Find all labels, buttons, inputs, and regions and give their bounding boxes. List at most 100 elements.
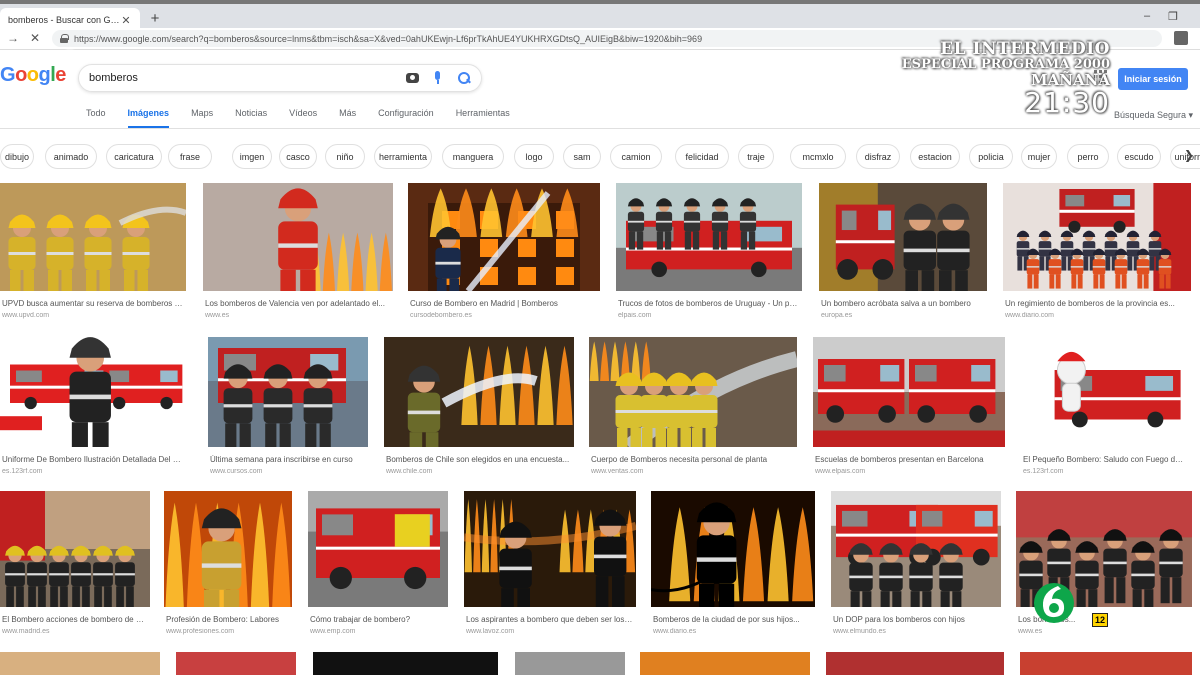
search-icon[interactable] xyxy=(457,71,471,85)
new-tab-icon[interactable]: + xyxy=(146,10,164,28)
image-thumbnail-partial[interactable] xyxy=(826,652,1004,675)
image-thumbnail-partial[interactable] xyxy=(313,652,498,675)
image-caption[interactable]: El Bombero acciones de bombero de Madrid xyxy=(2,615,148,624)
image-result[interactable]: Un DOP para los bomberos con hijos www.e… xyxy=(831,491,1001,641)
image-caption[interactable]: Cuerpo de Bomberos necesita personal de … xyxy=(591,455,795,464)
image-result[interactable]: Los aspirantes a bombero que deben ser l… xyxy=(464,491,636,641)
image-caption[interactable]: Curso de Bombero en Madrid | Bomberos xyxy=(410,299,598,308)
chevron-right-icon[interactable]: ❯ xyxy=(1184,148,1194,162)
image-result[interactable]: UPVD busca aumentar su reserva de bomber… xyxy=(0,183,186,325)
close-tab-icon[interactable]: ✕ xyxy=(120,14,132,27)
image-caption[interactable]: Uniforme De Bombero Ilustración Detallad… xyxy=(2,455,186,464)
image-result[interactable]: El Bombero acciones de bombero de Madrid… xyxy=(0,491,150,641)
chip-15[interactable]: disfraz xyxy=(856,144,900,169)
chip-10[interactable]: sam xyxy=(563,144,601,169)
image-caption[interactable]: Bomberos de Chile son elegidos en una en… xyxy=(386,455,572,464)
image-caption[interactable]: Un DOP para los bomberos con hijos xyxy=(833,615,999,624)
image-thumbnail[interactable] xyxy=(464,491,636,607)
chip-9[interactable]: logo xyxy=(514,144,554,169)
image-caption[interactable]: Escuelas de bomberos presentan en Barcel… xyxy=(815,455,1003,464)
image-thumbnail[interactable] xyxy=(164,491,292,607)
image-thumbnail[interactable] xyxy=(0,183,186,291)
image-result[interactable]: Curso de Bombero en Madrid | Bomberos cu… xyxy=(408,183,600,325)
image-thumbnail[interactable] xyxy=(0,491,150,607)
image-thumbnail-partial[interactable] xyxy=(0,652,160,675)
chip-7[interactable]: herramienta xyxy=(374,144,432,169)
chip-2[interactable]: caricatura xyxy=(106,144,162,169)
image-result[interactable]: Uniforme De Bombero Ilustración Detallad… xyxy=(0,337,188,481)
image-result[interactable]: Profesión de Bombero: Labores www.profes… xyxy=(164,491,292,641)
chip-18[interactable]: mujer xyxy=(1021,144,1057,169)
chip-17[interactable]: policia xyxy=(969,144,1013,169)
image-result[interactable]: Bomberos de la ciudad de por sus hijos..… xyxy=(651,491,815,641)
image-caption[interactable]: Los bomberos de Valencia ven por adelant… xyxy=(205,299,391,308)
image-thumbnail[interactable] xyxy=(0,337,188,447)
image-thumbnail-partial[interactable] xyxy=(176,652,296,675)
image-result[interactable]: Un bombero acróbata salva a un bombero e… xyxy=(819,183,987,325)
chip-11[interactable]: camion xyxy=(610,144,662,169)
tab-5[interactable]: Más xyxy=(339,108,356,129)
image-thumbnail[interactable] xyxy=(831,491,1001,607)
chip-8[interactable]: manguera xyxy=(442,144,504,169)
image-thumbnail[interactable] xyxy=(589,337,797,447)
image-result[interactable]: Cuerpo de Bomberos necesita personal de … xyxy=(589,337,797,481)
safe-search-dropdown[interactable]: Búsqueda Segura ▾ xyxy=(1114,110,1193,121)
image-caption[interactable]: UPVD busca aumentar su reserva de bomber… xyxy=(2,299,184,308)
image-caption[interactable]: Un regimiento de bomberos de la provinci… xyxy=(1005,299,1189,308)
image-result[interactable]: Escuelas de bomberos presentan en Barcel… xyxy=(813,337,1005,481)
minimize-icon[interactable]: – xyxy=(1140,10,1154,22)
image-thumbnail[interactable] xyxy=(813,337,1005,447)
image-result[interactable]: Los bomberos de Valencia ven por adelant… xyxy=(203,183,393,325)
image-caption[interactable]: Profesión de Bombero: Labores xyxy=(166,615,290,624)
image-thumbnail[interactable] xyxy=(384,337,574,447)
tab-7[interactable]: Herramientas xyxy=(456,108,510,129)
image-thumbnail[interactable] xyxy=(616,183,802,291)
search-input[interactable] xyxy=(89,72,394,84)
forward-icon[interactable]: → xyxy=(6,31,20,45)
image-result[interactable]: Cómo trabajar de bombero? www.emp.com xyxy=(308,491,448,641)
image-thumbnail[interactable] xyxy=(819,183,987,291)
tab-2[interactable]: Maps xyxy=(191,108,213,129)
image-thumbnail[interactable] xyxy=(651,491,815,607)
image-caption[interactable]: Cómo trabajar de bombero? xyxy=(310,615,446,624)
chip-4[interactable]: imgen xyxy=(232,144,272,169)
microphone-icon[interactable] xyxy=(431,71,445,85)
chip-6[interactable]: niño xyxy=(325,144,365,169)
tab-3[interactable]: Noticias xyxy=(235,108,267,129)
image-result[interactable]: Última semana para inscribirse en curso … xyxy=(208,337,368,481)
chip-1[interactable]: animado xyxy=(45,144,97,169)
image-thumbnail[interactable] xyxy=(408,183,600,291)
chip-20[interactable]: escudo xyxy=(1117,144,1161,169)
chip-13[interactable]: traje xyxy=(738,144,774,169)
image-thumbnail-partial[interactable] xyxy=(515,652,625,675)
chip-12[interactable]: felicidad xyxy=(675,144,729,169)
image-thumbnail[interactable] xyxy=(1003,183,1191,291)
tab-1[interactable]: Imágenes xyxy=(127,108,170,129)
google-logo[interactable]: Google xyxy=(0,64,66,87)
image-caption[interactable]: Trucos de fotos de bomberos de Uruguay -… xyxy=(618,299,800,308)
image-caption[interactable]: Bomberos de la ciudad de por sus hijos..… xyxy=(653,615,813,624)
tab-6[interactable]: Configuración xyxy=(378,108,434,129)
chip-3[interactable]: frase xyxy=(168,144,212,169)
image-caption[interactable]: Los aspirantes a bombero que deben ser l… xyxy=(466,615,634,624)
image-thumbnail[interactable] xyxy=(1021,337,1189,447)
image-thumbnail[interactable] xyxy=(203,183,393,291)
image-caption[interactable]: Un bombero acróbata salva a un bombero xyxy=(821,299,985,308)
image-result[interactable]: Bomberos de Chile son elegidos en una en… xyxy=(384,337,574,481)
chip-14[interactable]: mcmxlo xyxy=(790,144,846,169)
image-caption[interactable]: El Pequeño Bombero: Saludo con Fuego de … xyxy=(1023,455,1187,464)
image-thumbnail-partial[interactable] xyxy=(1020,652,1192,675)
profile-icon[interactable] xyxy=(1174,31,1188,45)
image-thumbnail-partial[interactable] xyxy=(640,652,810,675)
chip-0[interactable]: dibujo xyxy=(0,144,34,169)
image-result[interactable]: Un regimiento de bomberos de la provinci… xyxy=(1003,183,1191,325)
tab-0[interactable]: Todo xyxy=(86,108,106,129)
image-thumbnail[interactable] xyxy=(208,337,368,447)
chip-5[interactable]: casco xyxy=(279,144,317,169)
chip-19[interactable]: perro xyxy=(1067,144,1109,169)
image-thumbnail[interactable] xyxy=(308,491,448,607)
camera-icon[interactable] xyxy=(406,73,419,83)
tab-4[interactable]: Vídeos xyxy=(289,108,317,129)
maximize-icon[interactable]: ❐ xyxy=(1166,10,1180,23)
image-result[interactable]: El Pequeño Bombero: Saludo con Fuego de … xyxy=(1021,337,1189,481)
